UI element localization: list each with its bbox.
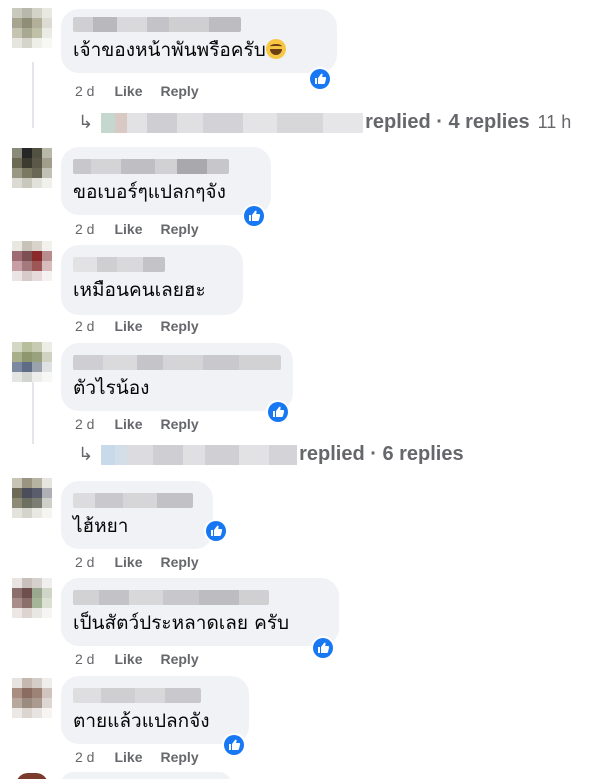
author-name-blurred[interactable]: [73, 688, 201, 703]
thumbs-up-icon: [273, 406, 285, 417]
comment-actions: 2 d Like Reply: [75, 554, 217, 570]
view-replies-link[interactable]: ↳ replied · 4 replies 11 h: [78, 111, 571, 134]
like-button[interactable]: Like: [114, 416, 142, 432]
avatar[interactable]: [12, 342, 52, 382]
comment-bubble: ไฮ้หยา: [61, 481, 213, 549]
comment-actions: 2 d Like Reply: [75, 318, 217, 334]
timestamp[interactable]: 2 d: [75, 554, 94, 570]
comment-text: ตัวไรน้อง: [73, 377, 150, 399]
avatar[interactable]: [12, 678, 52, 718]
comment-bubble: ตัวไรน้อง: [61, 343, 293, 411]
avatar[interactable]: [12, 8, 52, 48]
avatar[interactable]: [12, 578, 52, 618]
author-name-blurred[interactable]: [73, 590, 269, 605]
view-replies-link[interactable]: ↳ replied · 6 replies: [78, 443, 464, 466]
reply-arrow-icon: ↳: [78, 444, 94, 464]
like-reaction-badge[interactable]: [311, 636, 335, 660]
like-reaction-badge[interactable]: [222, 733, 246, 757]
author-name-blurred[interactable]: [73, 257, 165, 272]
comment-actions: 2 d Like Reply: [75, 83, 217, 99]
thumbs-up-icon: [315, 73, 327, 84]
like-reaction-badge[interactable]: [308, 67, 332, 91]
timestamp[interactable]: 2 d: [75, 318, 94, 334]
avatar[interactable]: [16, 773, 48, 779]
thread-line: [32, 62, 34, 128]
thumbs-up-icon: [211, 525, 223, 536]
author-name-blurred[interactable]: [73, 493, 193, 508]
comment-bubble: [61, 772, 231, 779]
replier-avatars-blurred: [101, 444, 298, 465]
avatar[interactable]: [12, 241, 52, 281]
reply-button[interactable]: Reply: [160, 554, 198, 570]
thumbs-up-icon: [318, 642, 330, 653]
avatar[interactable]: [12, 148, 52, 188]
timestamp[interactable]: 2 d: [75, 749, 94, 765]
replies-count[interactable]: replied · 6 replies: [299, 443, 464, 466]
like-button[interactable]: Like: [114, 651, 142, 667]
like-button[interactable]: Like: [114, 83, 142, 99]
reply-button[interactable]: Reply: [160, 221, 198, 237]
timestamp[interactable]: 2 d: [75, 416, 94, 432]
like-button[interactable]: Like: [114, 318, 142, 334]
author-name-blurred[interactable]: [73, 355, 281, 370]
like-button[interactable]: Like: [114, 221, 142, 237]
reply-button[interactable]: Reply: [160, 749, 198, 765]
timestamp[interactable]: 2 d: [75, 221, 94, 237]
reply-timestamp: 11 h: [537, 112, 572, 132]
avatar[interactable]: [12, 478, 52, 518]
reply-button[interactable]: Reply: [160, 318, 198, 334]
like-button[interactable]: Like: [114, 749, 142, 765]
replies-count[interactable]: replied · 4 replies: [365, 111, 530, 134]
comment-actions: 2 d Like Reply: [75, 416, 217, 432]
grinning-face-icon: [265, 39, 286, 59]
replier-avatars-blurred: [101, 112, 364, 133]
comment-text: ตายแล้วแปลกจัง: [73, 710, 210, 732]
comment-actions: 2 d Like Reply: [75, 651, 217, 667]
comment-bubble: ขอเบอร์ๆแปลกๆจัง: [61, 147, 271, 215]
comment-bubble: เจ้าของหน้าพันพรือครับ: [61, 9, 337, 73]
comment-text: เป็นสัตว์ประหลาดเลย ครับ: [73, 612, 290, 634]
author-name-blurred[interactable]: [73, 159, 229, 174]
reply-button[interactable]: Reply: [160, 416, 198, 432]
comment-text: เจ้าของหน้าพันพรือครับ: [73, 38, 325, 62]
thumbs-up-icon: [249, 210, 261, 221]
timestamp[interactable]: 2 d: [75, 83, 94, 99]
comment-text: เหมือนคนเลยฮะ: [73, 279, 206, 301]
reply-button[interactable]: Reply: [160, 651, 198, 667]
like-reaction-badge[interactable]: [204, 519, 228, 543]
comment-actions: 2 d Like Reply: [75, 221, 217, 237]
timestamp[interactable]: 2 d: [75, 651, 94, 667]
thumbs-up-icon: [229, 739, 241, 750]
like-reaction-badge[interactable]: [242, 204, 266, 228]
author-name-blurred[interactable]: [73, 17, 241, 32]
like-reaction-badge[interactable]: [266, 400, 290, 424]
reply-button[interactable]: Reply: [160, 83, 198, 99]
comment-bubble: เหมือนคนเลยฮะ: [61, 245, 243, 315]
thread-line: [32, 382, 34, 444]
comment-bubble: ตายแล้วแปลกจัง: [61, 676, 249, 744]
comment-text: ขอเบอร์ๆแปลกๆจัง: [73, 181, 226, 203]
comment-actions: 2 d Like Reply: [75, 749, 217, 765]
like-button[interactable]: Like: [114, 554, 142, 570]
comment-text: ไฮ้หยา: [73, 515, 129, 537]
reply-arrow-icon: ↳: [78, 112, 94, 132]
comment-bubble: เป็นสัตว์ประหลาดเลย ครับ: [61, 578, 339, 646]
